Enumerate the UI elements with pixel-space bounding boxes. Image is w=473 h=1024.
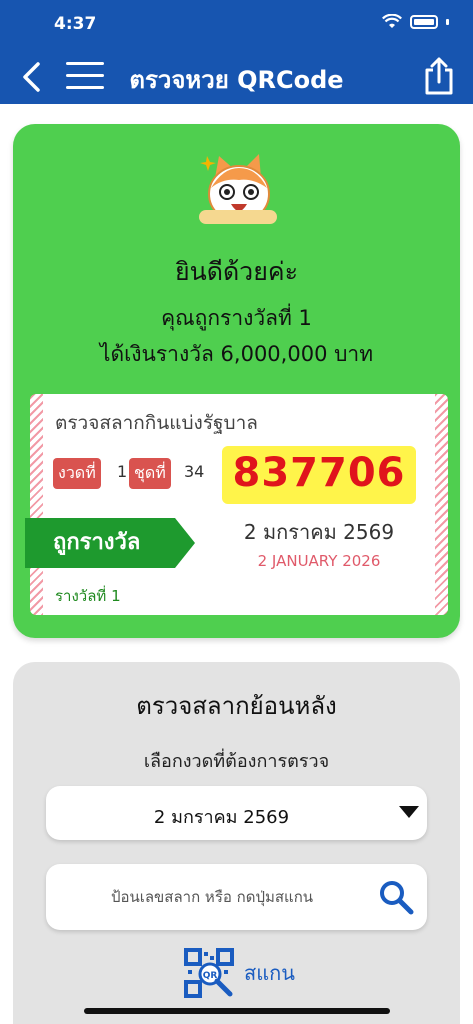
set-label-tag: ชุดที่ [129,458,171,489]
lottery-ticket: ตรวจสลากกินแบ่งรัฐบาล งวดที่ 1 ชุดที่ 34… [25,394,448,615]
page-title: ตรวจหวย QRCode [129,66,344,94]
ticket-title: ตรวจสลากกินแบ่งรัฐบาล [55,412,258,434]
draw-value: 1 [117,462,128,481]
draw-date-dropdown-value: 2 มกราคม 2569 [153,807,290,828]
past-results-subtitle: เลือกงวดที่ต้องการตรวจ [143,751,330,772]
status-time: 4:37 [54,14,97,34]
result-card: ยินดีด้วยค่ะ คุณถูกรางวัลที่ 1 ได้เงินรา… [13,124,460,638]
past-results-title: ตรวจสลากย้อนหลัง [136,692,337,720]
prize-note: รางวัลที่ 1 [55,587,121,605]
qr-scan-icon: QR [184,948,234,998]
search-icon[interactable] [377,878,415,916]
ticket-number-input[interactable] [62,884,362,910]
battery-icon [410,15,438,29]
prize-rank-text: คุณถูกรางวัลที่ 1 [161,306,312,330]
draw-date-dropdown[interactable]: 2 มกราคม 2569 [46,786,427,840]
ticket-search-box [46,864,427,930]
battery-tip-icon [446,19,449,25]
lottery-number: 837706 [232,450,406,496]
draw-date-thai: 2 มกราคม 2569 [243,520,395,544]
congrats-heading: ยินดีด้วยค่ะ [174,257,299,286]
wifi-icon [382,14,402,28]
past-results-panel: ตรวจสลากย้อนหลัง เลือกงวดที่ต้องการตรวจ … [13,662,460,1024]
winner-status-label: ถูกรางวัล [53,530,141,555]
draw-label-tag: งวดที่ [53,458,101,489]
prize-money-text: ได้เงินรางวัล 6,000,000 บาท [99,342,374,366]
cat-mascot-icon [199,154,277,224]
share-icon[interactable] [423,56,455,96]
dropdown-caret-icon [399,806,419,818]
scan-button[interactable]: QR สแกน [184,948,295,998]
lottery-number-box: 837706 [222,446,416,504]
set-value: 34 [184,462,205,481]
top-bar: 4:37 ตรวจหวย QRCode [0,0,473,104]
home-indicator[interactable] [84,1008,390,1014]
scan-button-label: สแกน [244,961,295,985]
draw-date-english: 2 JANUARY 2026 [257,552,381,570]
status-icons [382,14,449,30]
